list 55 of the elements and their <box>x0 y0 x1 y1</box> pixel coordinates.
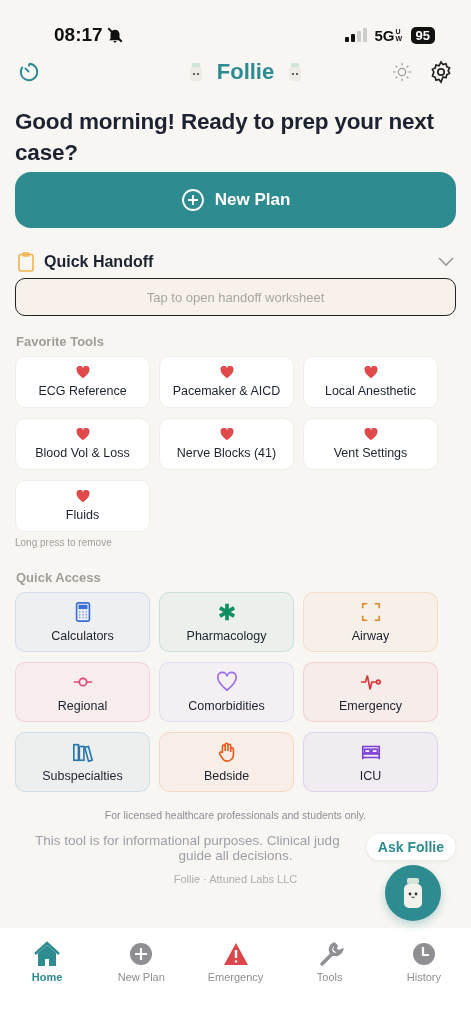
settings-icon[interactable] <box>429 60 453 84</box>
plus-circle-icon <box>180 188 205 212</box>
app-title: Follie <box>216 59 275 85</box>
quick-access-card[interactable]: Airway <box>303 592 438 652</box>
timer-icon[interactable] <box>18 61 40 83</box>
chevron-icon[interactable] <box>438 257 454 267</box>
heart-icon <box>219 428 234 441</box>
hint-text: Long press to remove <box>15 537 113 548</box>
favorite-tool-card[interactable]: Fluids <box>15 480 150 532</box>
handoff-field[interactable]: Tap to open handoff worksheet <box>15 278 456 316</box>
heart-icon <box>363 366 378 379</box>
battery-level: 95 <box>410 26 435 44</box>
assistant-fab[interactable] <box>385 865 441 921</box>
heart-icon <box>75 428 90 441</box>
greeting: Good morning! Ready to prep your next case? <box>15 108 435 167</box>
favorite-tool-card[interactable]: ECG Reference <box>15 356 150 408</box>
nav-tab[interactable]: Home <box>0 940 95 983</box>
quick-access-card[interactable]: Pharmacology <box>159 592 294 652</box>
status-time: 08:17 <box>54 24 103 46</box>
favorite-tool-card[interactable]: Local Anesthetic <box>303 356 438 408</box>
bottle-mascot-icon <box>402 877 424 909</box>
quick-access-card[interactable]: Comorbidities <box>159 662 294 722</box>
company-text: Follie · Attuned Labs LLC <box>173 873 298 885</box>
section-label: Favorite Tools <box>16 334 105 349</box>
heart-icon <box>215 671 238 693</box>
disclaimer-text: guide all decisions. <box>177 848 294 863</box>
favorite-tool-card[interactable]: Vent Settings <box>303 418 438 470</box>
clipboard-icon <box>18 252 34 272</box>
favorite-tool-card[interactable]: Nerve Blocks (41) <box>159 418 294 470</box>
heart-icon <box>75 366 90 379</box>
favorite-tool-card[interactable]: Pacemaker & AICD <box>159 356 294 408</box>
nav-tab[interactable]: New Plan <box>94 940 189 983</box>
sun-icon[interactable] <box>391 61 413 83</box>
ask-follie-bubble[interactable]: Ask Follie <box>366 834 455 860</box>
quick-access-card[interactable]: Emergency <box>303 662 438 722</box>
quick-access-card[interactable]: Subspecialties <box>15 732 150 792</box>
favorite-tool-card[interactable]: Blood Vol & Loss <box>15 418 150 470</box>
frame-corners-icon <box>359 601 382 623</box>
quick-access-card[interactable]: Regional <box>15 662 150 722</box>
new-plan-button[interactable]: New Plan <box>15 172 456 228</box>
signal-icon <box>344 28 367 42</box>
bell-muted-icon <box>105 26 124 44</box>
bottle-icon <box>188 62 203 82</box>
section-title: Quick Handoff <box>44 253 155 271</box>
quick-access-card[interactable]: Bedside <box>159 732 294 792</box>
books-icon <box>71 741 94 763</box>
quick-access-card[interactable]: Calculators <box>15 592 150 652</box>
notice-text: For licensed healthcare professionals and students only. <box>103 809 368 821</box>
bottle-icon <box>288 62 303 82</box>
heart-icon <box>219 366 234 379</box>
heart-icon <box>363 428 378 441</box>
heart-icon <box>75 490 90 503</box>
section-label: Quick Access <box>16 570 102 585</box>
quick-access-card[interactable]: ICU <box>303 732 438 792</box>
disclaimer-text: This tool is for informational purposes. Clinical judg <box>35 833 340 848</box>
